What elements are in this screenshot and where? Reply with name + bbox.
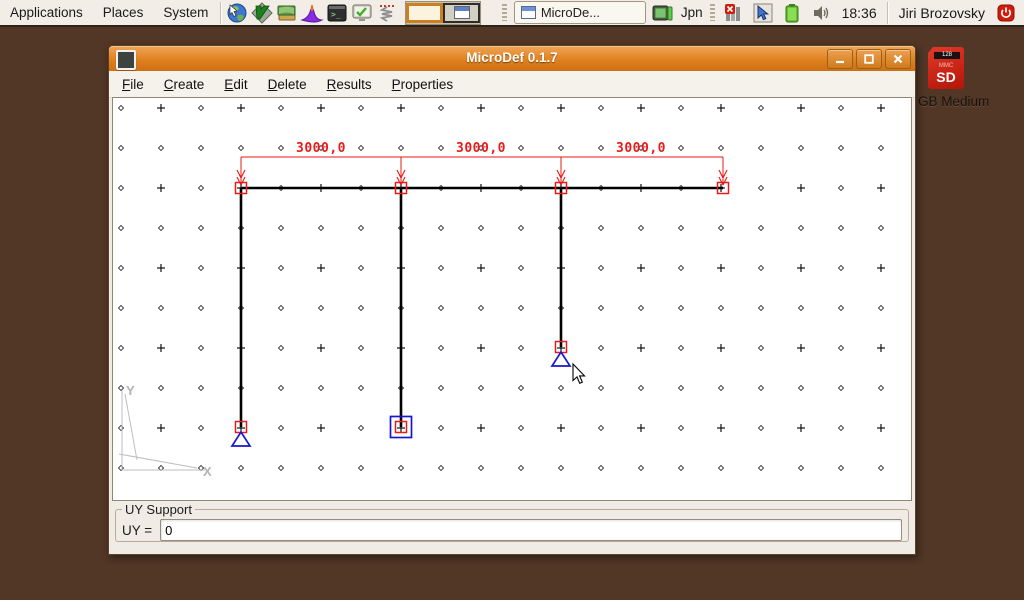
svg-text:>_: >_ xyxy=(331,10,341,19)
property-panel: UY Support UY = xyxy=(109,501,915,553)
menu-edit[interactable]: Edit xyxy=(214,73,257,96)
power-button-icon[interactable] xyxy=(993,1,1018,25)
mouse-pointer-icon[interactable] xyxy=(751,1,776,25)
uy-support-legend: UY Support xyxy=(122,502,195,517)
minimize-button[interactable] xyxy=(827,49,853,69)
dimension-lines: 3000,0 3000,0 3000,0 xyxy=(237,141,727,185)
window-list-label: MicroDe... xyxy=(541,5,600,20)
menu-file[interactable]: File xyxy=(112,73,154,96)
sd-card-icon[interactable]: 128 MMC SD xyxy=(928,47,964,89)
mouse-cursor xyxy=(573,364,585,383)
gvim-icon[interactable] xyxy=(249,1,274,25)
network-monitor-icon[interactable] xyxy=(722,1,747,25)
applet-handle[interactable] xyxy=(502,4,507,21)
keyboard-indicator-icon[interactable] xyxy=(651,1,676,25)
workspace-1[interactable] xyxy=(406,3,443,23)
close-button[interactable] xyxy=(885,49,911,69)
volume-icon[interactable] xyxy=(809,1,834,25)
microdef-window: MicroDef 0.1.7 FileCreateEditDeleteResul… xyxy=(108,45,916,555)
menu-system[interactable]: System xyxy=(153,2,218,23)
maximize-button[interactable] xyxy=(856,49,882,69)
uy-support-group: UY Support UY = xyxy=(115,502,909,542)
keyboard-layout-label[interactable]: Jpn xyxy=(681,5,703,20)
window-list-button[interactable]: MicroDe... xyxy=(514,1,646,24)
svg-text:3000,0: 3000,0 xyxy=(456,141,506,156)
panel-separator-2 xyxy=(887,2,889,24)
menu-delete[interactable]: Delete xyxy=(258,73,317,96)
panel-left-group: Applications Places System xyxy=(0,0,481,25)
battery-icon[interactable] xyxy=(780,1,805,25)
panel-separator xyxy=(220,2,222,24)
gnuplot-icon[interactable] xyxy=(299,1,324,25)
menu-create[interactable]: Create xyxy=(154,73,215,96)
svg-text:3000,0: 3000,0 xyxy=(616,141,666,156)
window-title: MicroDef 0.1.7 xyxy=(109,50,915,65)
window-thumb-icon xyxy=(521,6,536,19)
sd-card-type: SD xyxy=(928,70,964,85)
applet-handle-2[interactable] xyxy=(710,4,715,21)
svg-text:Y: Y xyxy=(126,383,135,398)
documentation-icon[interactable] xyxy=(274,1,299,25)
menu-results[interactable]: Results xyxy=(317,73,382,96)
grid xyxy=(118,104,885,471)
uy-field-label: UY = xyxy=(122,523,152,538)
user-menu[interactable]: Jiri Brozovsky xyxy=(896,5,988,21)
menubar: FileCreateEditDeleteResultsProperties xyxy=(109,71,915,98)
sd-card-size: 128 xyxy=(934,52,960,59)
structure-members xyxy=(241,188,723,427)
panel-right-group: MicroDe... Jpn xyxy=(500,0,1024,25)
svg-text:X: X xyxy=(203,464,212,479)
titlebar[interactable]: MicroDef 0.1.7 xyxy=(109,46,915,71)
terminal-icon[interactable]: >_ xyxy=(324,1,349,25)
system-monitor-icon[interactable] xyxy=(349,1,374,25)
web-browser-icon[interactable] xyxy=(224,1,249,25)
menu-properties[interactable]: Properties xyxy=(382,73,464,96)
svg-text:3000,0: 3000,0 xyxy=(296,141,346,156)
system-tray xyxy=(722,1,834,25)
drawing-canvas[interactable]: 3000,03000,03000,0YX xyxy=(112,97,912,501)
spring-model-icon[interactable] xyxy=(374,1,399,25)
workspace-window-thumb xyxy=(454,6,470,19)
uy-input[interactable] xyxy=(160,519,902,541)
top-panel: Applications Places System xyxy=(0,0,1024,27)
structure-nodes xyxy=(236,183,729,433)
axes-indicator: YX xyxy=(119,383,212,479)
menu-places[interactable]: Places xyxy=(93,2,154,23)
workspace-switcher[interactable] xyxy=(405,1,481,25)
workspace-2[interactable] xyxy=(443,3,480,23)
menu-applications[interactable]: Applications xyxy=(0,2,93,23)
clock[interactable]: 18:36 xyxy=(839,5,880,21)
